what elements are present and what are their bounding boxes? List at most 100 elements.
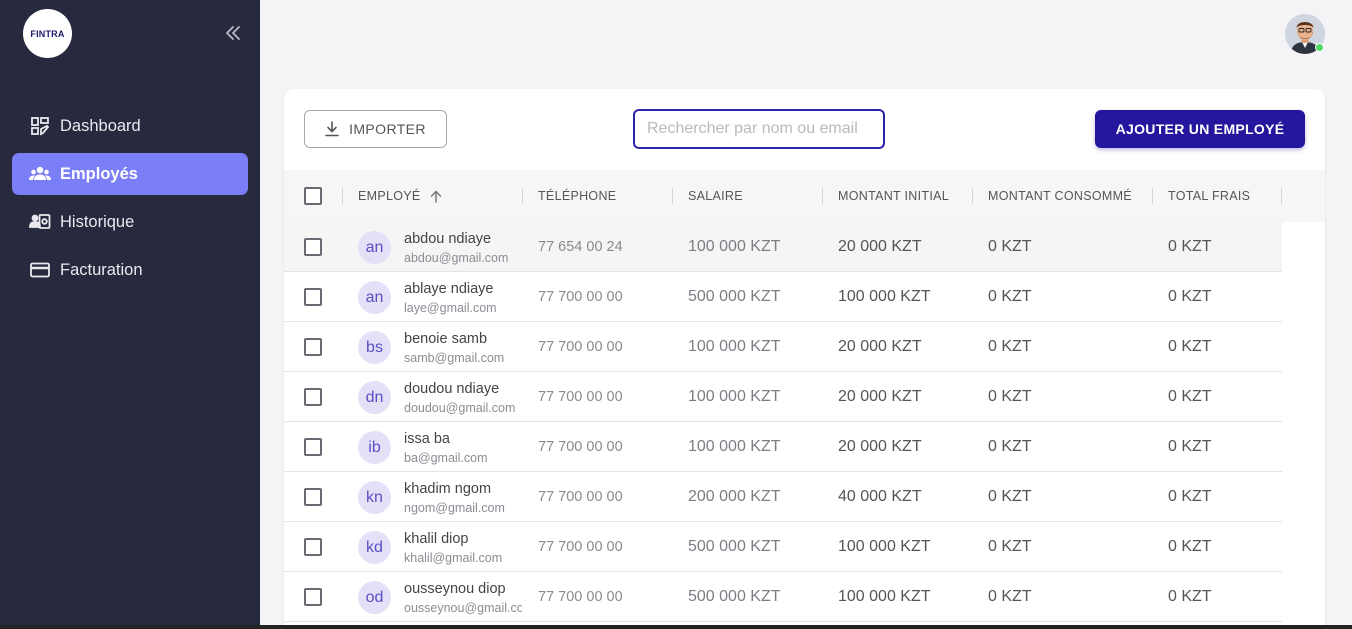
employee-total-fees: 0 KZT (1168, 538, 1212, 555)
employee-initial-amount: 20 000 KZT (838, 388, 922, 405)
employee-name: issa ba (404, 431, 450, 447)
employee-initial-amount: 100 000 KZT (838, 588, 931, 605)
sidebar-item-label: Dashboard (60, 116, 141, 135)
column-header-label: TÉLÉPHONE (538, 189, 617, 203)
history-icon (29, 211, 51, 233)
table-row[interactable]: ib issa ba ba@gmail.com 77 700 00 00 100… (284, 422, 1282, 472)
arrow-up-icon (430, 190, 441, 203)
employee-avatar: kd (358, 531, 391, 564)
online-status-dot (1315, 43, 1324, 52)
employee-phone: 77 700 00 00 (538, 589, 623, 605)
fintra-logo[interactable]: FINTRA (23, 9, 72, 58)
employee-salary: 500 000 KZT (688, 538, 781, 555)
employee-avatar: an (358, 231, 391, 264)
employee-salary: 500 000 KZT (688, 288, 781, 305)
sidebar-item-employes[interactable]: Employés (12, 153, 248, 195)
column-header-salaire[interactable]: SALAIRE (688, 170, 743, 222)
column-header-label: MONTANT INITIAL (838, 189, 949, 203)
employee-phone: 77 700 00 00 (538, 489, 623, 505)
employee-consumed-amount: 0 KZT (988, 288, 1032, 305)
row-checkbox[interactable] (304, 438, 322, 456)
employee-email: abdou@gmail.com (404, 251, 509, 265)
row-checkbox[interactable] (304, 588, 322, 606)
sidebar-item-label: Historique (60, 212, 135, 231)
column-separator (1152, 188, 1153, 204)
column-header-montant-consomme[interactable]: MONTANT CONSOMMÉ (988, 170, 1132, 222)
employee-initial-amount: 100 000 KZT (838, 538, 931, 555)
collapse-sidebar-button[interactable] (222, 22, 244, 44)
employee-phone: 77 700 00 00 (538, 339, 623, 355)
employee-consumed-amount: 0 KZT (988, 588, 1032, 605)
sidebar-item-facturation[interactable]: Facturation (12, 249, 248, 291)
employee-initial-amount: 100 000 KZT (838, 288, 931, 305)
table-row[interactable]: od ousseynou diop ousseynou@gmail.com 77… (284, 572, 1282, 622)
employee-phone: 77 700 00 00 (538, 389, 623, 405)
row-checkbox[interactable] (304, 388, 322, 406)
employee-name: ablaye ndiaye (404, 281, 494, 297)
employee-total-fees: 0 KZT (1168, 488, 1212, 505)
employee-total-fees: 0 KZT (1168, 588, 1212, 605)
sidebar-item-label: Employés (60, 164, 138, 183)
employee-name: abdou ndiaye (404, 231, 492, 247)
table-row[interactable]: kd khalil diop khalil@gmail.com 77 700 0… (284, 522, 1282, 572)
employee-name: khalil diop (404, 531, 469, 547)
select-all-checkbox[interactable] (304, 187, 322, 205)
employee-phone: 77 654 00 24 (538, 239, 623, 255)
table-row[interactable]: an abdou ndiaye abdou@gmail.com 77 654 0… (284, 222, 1282, 272)
employee-consumed-amount: 0 KZT (988, 388, 1032, 405)
row-checkbox[interactable] (304, 238, 322, 256)
column-header-label: TOTAL FRAIS (1168, 189, 1251, 203)
employee-email: ousseynou@gmail.com (404, 601, 522, 615)
employee-name: khadim ngom (404, 481, 492, 497)
employee-consumed-amount: 0 KZT (988, 438, 1032, 455)
employee-email: samb@gmail.com (404, 351, 505, 365)
column-header-montant-initial[interactable]: MONTANT INITIAL (838, 170, 949, 222)
employee-initial-amount: 20 000 KZT (838, 338, 922, 355)
download-icon (325, 121, 339, 137)
column-header-employe[interactable]: EMPLOYÉ (358, 170, 442, 222)
row-checkbox[interactable] (304, 338, 322, 356)
employee-phone: 77 700 00 00 (538, 539, 623, 555)
employee-phone: 77 700 00 00 (538, 289, 623, 305)
employee-consumed-amount: 0 KZT (988, 488, 1032, 505)
user-avatar[interactable] (1285, 14, 1325, 54)
row-checkbox[interactable] (304, 538, 322, 556)
employee-total-fees: 0 KZT (1168, 438, 1212, 455)
row-checkbox[interactable] (304, 288, 322, 306)
column-header-label: MONTANT CONSOMMÉ (988, 189, 1132, 203)
employee-salary: 100 000 KZT (688, 338, 781, 355)
sidebar-item-historique[interactable]: Historique (12, 201, 248, 243)
column-header-label: EMPLOYÉ (358, 189, 421, 203)
table-header: EMPLOYÉ TÉLÉPHONE SALAIRE MONTANT INITIA… (284, 170, 1325, 222)
employee-name: benoie samb (404, 331, 488, 347)
employee-avatar: dn (358, 381, 391, 414)
search-input[interactable] (633, 109, 885, 149)
employee-salary: 100 000 KZT (688, 238, 781, 255)
employee-avatar: ib (358, 431, 391, 464)
employee-avatar: bs (358, 331, 391, 364)
employee-total-fees: 0 KZT (1168, 238, 1212, 255)
table-row[interactable]: an ablaye ndiaye laye@gmail.com 77 700 0… (284, 272, 1282, 322)
users-icon (29, 163, 51, 185)
column-separator (822, 188, 823, 204)
column-separator (1281, 188, 1282, 204)
column-separator (522, 188, 523, 204)
employee-avatar: an (358, 281, 391, 314)
sidebar-item-dashboard[interactable]: Dashboard (12, 105, 248, 147)
row-checkbox[interactable] (304, 488, 322, 506)
employee-initial-amount: 20 000 KZT (838, 238, 922, 255)
employee-email: khalil@gmail.com (404, 551, 503, 565)
table-row[interactable]: dn doudou ndiaye doudou@gmail.com 77 700… (284, 372, 1282, 422)
column-header-total-frais[interactable]: TOTAL FRAIS (1168, 170, 1250, 222)
table-row[interactable]: kn khadim ngom ngom@gmail.com 77 700 00 … (284, 472, 1282, 522)
dashboard-icon (29, 115, 51, 137)
table-row[interactable]: bs benoie samb samb@gmail.com 77 700 00 … (284, 322, 1282, 372)
employee-initial-amount: 20 000 KZT (838, 438, 922, 455)
add-employee-button[interactable]: AJOUTER UN EMPLOYÉ (1095, 110, 1305, 148)
import-button[interactable]: IMPORTER (304, 110, 447, 148)
employee-avatar: kn (358, 481, 391, 514)
employee-email: ba@gmail.com (404, 451, 488, 465)
column-header-telephone[interactable]: TÉLÉPHONE (538, 170, 616, 222)
chevrons-left-icon (226, 26, 240, 40)
employee-consumed-amount: 0 KZT (988, 538, 1032, 555)
